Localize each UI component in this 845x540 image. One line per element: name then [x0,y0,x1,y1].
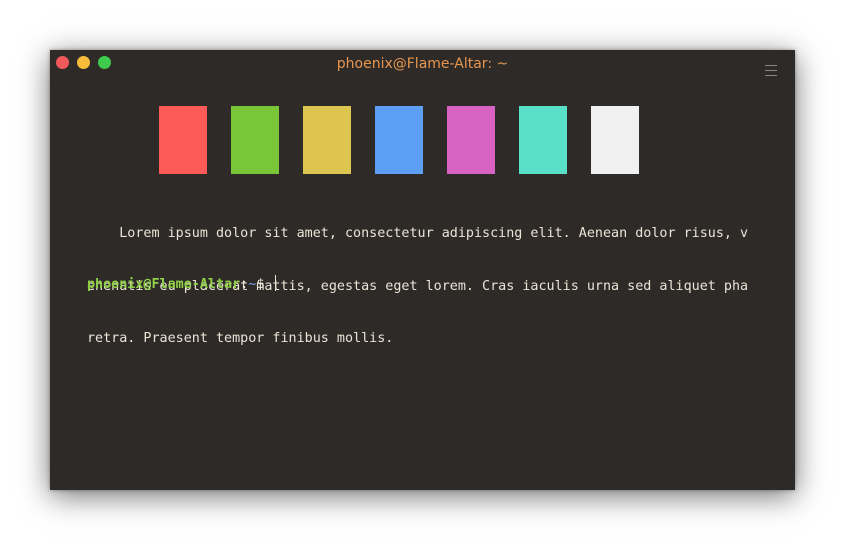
color-swatch [231,106,279,174]
output-line: Lorem ipsum dolor sit amet, consectetur … [87,226,749,241]
color-swatch [519,106,567,174]
color-swatch [159,106,207,174]
hamburger-menu-icon[interactable] [765,65,777,76]
color-swatch [303,106,351,174]
color-swatch [591,106,639,174]
title-bar[interactable]: phoenix@Flame-Altar: ~ [50,50,795,80]
color-swatch [375,106,423,174]
prompt-symbol: $ [256,277,273,292]
output-line: retra. Praesent tempor finibus mollis. [87,331,394,346]
command-prompt[interactable]: phoenix@Flame-Altar:~$ [87,275,277,294]
color-swatch [447,106,495,174]
text-cursor [275,275,277,291]
prompt-user-host: phoenix@Flame-Altar [87,277,241,292]
window-title: phoenix@Flame-Altar: ~ [336,56,509,72]
terminal-window: phoenix@Flame-Altar: ~ Lorem ipsum dolor… [50,50,795,490]
